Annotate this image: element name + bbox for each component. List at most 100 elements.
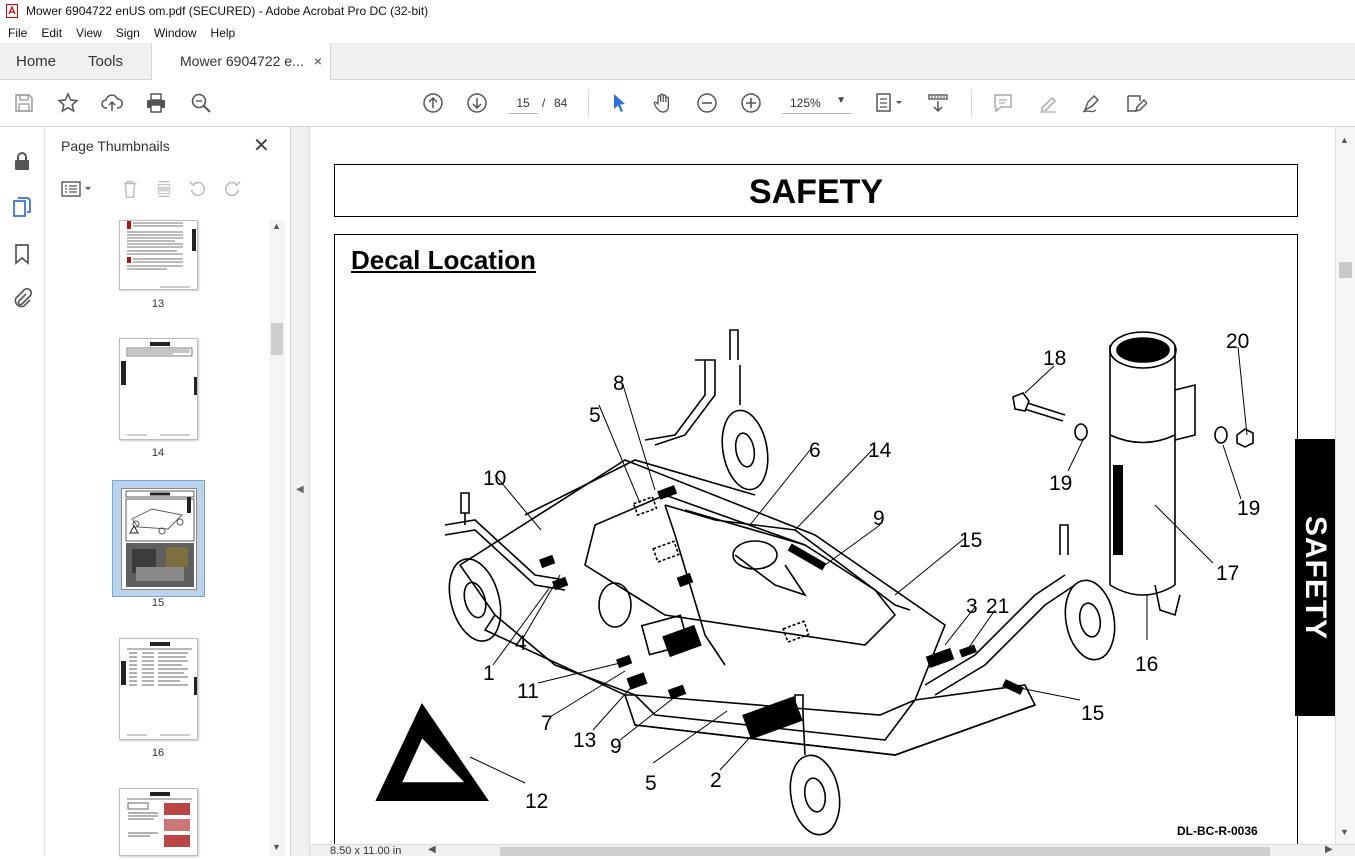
svg-text:13: 13 [573,729,596,752]
zoom-out-icon[interactable] [695,91,719,115]
menu-edit[interactable]: Edit [33,26,68,40]
zoom-value: 125% [790,96,821,110]
draw-icon[interactable] [1080,91,1104,115]
toolbar: / 84 125% ▼ [0,80,1355,127]
drawing-id: DL-BC-R-0036 [1177,824,1258,838]
svg-text:15: 15 [959,529,982,552]
page-total: 84 [554,96,568,110]
scroll-up-icon[interactable]: ▲ [272,221,281,231]
svg-text:20: 20 [1226,330,1249,353]
zoom-select[interactable]: 125% ▼ [782,92,852,114]
tab-tools[interactable]: Tools [88,43,123,80]
page-thumbnail[interactable] [121,488,197,590]
svg-text:4: 4 [515,632,527,655]
decal-figure-box: Decal Location 1 2 3 4 5 5 6 7 8 9 9 10 … [334,234,1298,844]
page-number-input[interactable] [508,92,538,114]
svg-text:9: 9 [610,735,622,758]
document-view[interactable]: SAFETY Decal Location 1 2 3 4 5 5 6 7 8 … [310,127,1335,844]
star-icon[interactable] [56,91,80,115]
edit-sign-icon[interactable] [1124,91,1148,115]
tab-close-icon[interactable]: × [314,43,322,80]
fit-page-icon[interactable] [872,91,906,115]
window-title: Mower 6904722 enUS om.pdf (SECURED) - Ad… [26,4,429,18]
delete-icon[interactable] [118,177,142,201]
svg-text:5: 5 [645,772,657,795]
document-scrollbar[interactable]: ▲ ▼ [1335,127,1355,844]
scrollbar-thumb[interactable] [271,323,283,355]
svg-text:5: 5 [589,404,601,427]
print-icon[interactable] [144,91,168,115]
menu-window[interactable]: Window [146,26,203,40]
pages-icon[interactable] [10,195,34,219]
thumbnail-scrollbar[interactable]: ▲ ▼ [269,220,285,856]
lock-icon[interactable] [10,149,34,173]
section-header-box: SAFETY [334,164,1298,217]
scrollbar-thumb[interactable] [1339,262,1352,278]
chevron-left-icon: ◀ [296,484,304,495]
save-icon[interactable] [12,91,36,115]
scrollbar-thumb[interactable] [500,847,1270,856]
panel-collapse-handle[interactable]: ◀ [291,127,310,856]
horizontal-scrollbar[interactable]: ◀ ▶ [425,844,1340,857]
search-icon[interactable] [189,91,213,115]
highlight-icon[interactable] [1036,91,1060,115]
rotate-left-icon[interactable] [186,177,210,201]
scroll-up-icon[interactable]: ▲ [1340,135,1349,145]
svg-text:3: 3 [966,595,978,618]
selected-thumbnail-frame[interactable] [112,480,205,597]
svg-text:16: 16 [1135,653,1158,676]
page-up-icon[interactable] [421,91,445,115]
attachment-icon[interactable] [10,287,34,311]
upload-icon[interactable] [100,91,124,115]
page-thumbnail-label: 16 [151,747,165,759]
page-separator: / [542,96,546,110]
svg-text:11: 11 [517,680,539,703]
zoom-in-icon[interactable] [739,91,763,115]
options-menu-icon[interactable] [59,177,95,201]
thumbnail-tools [59,177,279,203]
svg-text:1: 1 [483,662,495,685]
svg-text:8: 8 [613,372,625,395]
svg-text:12: 12 [525,790,548,813]
menu-help[interactable]: Help [203,26,242,40]
pdf-page: SAFETY Decal Location 1 2 3 4 5 5 6 7 8 … [310,127,1335,844]
scroll-right-icon[interactable]: ▶ [1325,844,1333,855]
toolbar-divider [971,89,972,117]
menu-view[interactable]: View [68,26,108,40]
scroll-down-icon[interactable]: ▼ [272,842,281,852]
side-tab-label: SAFETY [1299,515,1332,640]
acrobat-app-icon [6,4,18,18]
svg-text:18: 18 [1043,347,1066,370]
hand-icon[interactable] [651,91,675,115]
extract-icon[interactable] [152,177,176,201]
scroll-mode-icon[interactable] [926,91,950,115]
svg-text:14: 14 [868,439,892,462]
tab-home[interactable]: Home [16,43,56,80]
panel-title: Page Thumbnails [61,138,170,154]
bookmark-icon[interactable] [10,242,34,266]
tab-document-label: Mower 6904722 e... [180,53,304,69]
page-thumbnail[interactable] [119,338,198,440]
page-size: 8.50 x 11.00 in [330,845,402,857]
page-thumbnail[interactable] [119,220,198,290]
mower-decal-diagram: 1 2 3 4 5 5 6 7 8 9 9 10 11 12 13 14 15 [375,329,1260,836]
svg-text:9: 9 [873,507,885,530]
page-thumbnail[interactable] [119,638,198,740]
tab-document[interactable]: Mower 6904722 e... × [151,43,331,80]
section-side-tab: SAFETY [1295,439,1335,716]
scroll-left-icon[interactable]: ◀ [428,844,436,855]
menu-sign[interactable]: Sign [108,26,146,40]
pointer-icon[interactable] [607,91,631,115]
scroll-down-icon[interactable]: ▼ [1340,827,1349,837]
rotate-right-icon[interactable] [220,177,244,201]
section-header: SAFETY [748,173,884,211]
toolbar-divider [588,89,589,117]
close-icon[interactable]: ✕ [253,133,270,158]
comment-icon[interactable] [991,91,1015,115]
page-thumbnail[interactable] [119,788,198,856]
menu-bar: File Edit View Sign Window Help [0,22,1355,43]
menu-file[interactable]: File [0,26,33,40]
status-bar: 8.50 x 11.00 in ◀ ▶ [310,844,1355,857]
page-thumbnail-label: 15 [151,597,165,609]
page-down-icon[interactable] [465,91,489,115]
